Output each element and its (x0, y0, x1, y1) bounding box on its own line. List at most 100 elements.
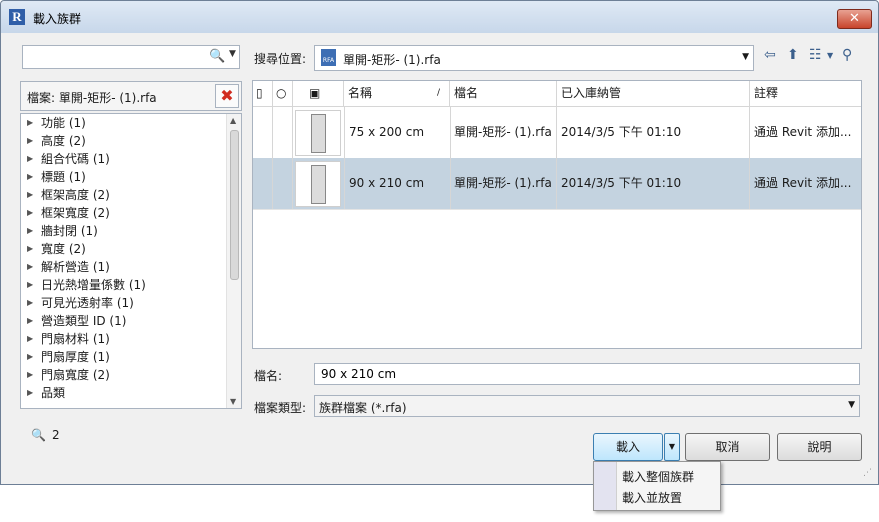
tree-item-label: 牆封閉 (1) (41, 224, 98, 238)
cancel-button[interactable]: 取消 (685, 433, 770, 461)
tree-item[interactable]: ▶ 框架寬度 (2) (21, 204, 241, 222)
expand-arrow-icon[interactable]: ▶ (27, 312, 33, 330)
expand-arrow-icon[interactable]: ▶ (27, 240, 33, 258)
scroll-down-icon[interactable]: ▼ (230, 397, 236, 406)
menu-item-load-and-place[interactable]: 載入並放置 (622, 489, 682, 506)
table-row[interactable]: 90 x 210 cm 單開-矩形- (1).rfa 2014/3/5 下午 01:… (253, 158, 861, 210)
tree-item-label: 日光熱增量係數 (1) (41, 278, 146, 292)
load-button[interactable]: 載入 (593, 433, 663, 461)
tree-item-label: 框架高度 (2) (41, 188, 110, 202)
expand-arrow-icon[interactable]: ▶ (27, 168, 33, 186)
row-checkin: 2014/3/5 下午 01:10 (557, 107, 750, 158)
tree-item[interactable]: ▶ 門扇厚度 (1) (21, 348, 241, 366)
location-combo[interactable]: RFA 單開-矩形- (1).rfa ▼ (314, 45, 754, 71)
row-cell-radio (273, 107, 293, 158)
load-dropdown-button[interactable]: ▼ (664, 433, 680, 461)
clear-filter-button[interactable]: ✖ (215, 84, 239, 108)
tree-item-label: 門扇厚度 (1) (41, 350, 110, 364)
tree-item[interactable]: ▶ 標題 (1) (21, 168, 241, 186)
expand-arrow-icon[interactable]: ▶ (27, 114, 33, 132)
tree-item[interactable]: ▶ 門扇寬度 (2) (21, 366, 241, 384)
filetype-combo[interactable]: 族群檔案 (*.rfa) ▼ (314, 395, 860, 417)
rfa-file-icon: RFA (321, 49, 336, 66)
filetype-label: 檔案類型: (254, 401, 307, 415)
tree-item[interactable]: ▶ 組合代碼 (1) (21, 150, 241, 168)
row-cell-radio (273, 158, 293, 209)
close-button[interactable]: ✕ (837, 9, 872, 29)
tree-item[interactable]: ▶ 框架高度 (2) (21, 186, 241, 204)
header-name[interactable]: 名稱 / (344, 81, 450, 106)
menu-item-load-whole-family[interactable]: 載入整個族群 (622, 468, 694, 485)
row-comment: 通過 Revit 添加... (754, 176, 852, 190)
expand-arrow-icon[interactable]: ▶ (27, 294, 33, 312)
views-icon[interactable]: ☷ (809, 47, 822, 63)
tree-item[interactable]: ▶ 寬度 (2) (21, 240, 241, 258)
expand-arrow-icon[interactable]: ▶ (27, 204, 33, 222)
search-box[interactable]: 🔍 ▼ (22, 45, 240, 69)
help-button[interactable]: 說明 (777, 433, 862, 461)
image-icon: ▣ (293, 81, 344, 106)
file-list[interactable]: ▯ ○ ▣ 名稱 / 檔名 已入庫納管 註釋 75 x 200 cm 單開-矩形-… (252, 80, 862, 349)
filename-field[interactable] (314, 363, 860, 385)
header-comment[interactable]: 註釋 (750, 81, 861, 106)
door-icon (311, 114, 326, 153)
door-icon (311, 165, 326, 204)
expand-arrow-icon[interactable]: ▶ (27, 258, 33, 276)
expand-arrow-icon[interactable]: ▶ (27, 366, 33, 384)
tree-item-label: 營造類型 ID (1) (41, 314, 127, 328)
tree-item[interactable]: ▶ 可見光透射率 (1) (21, 294, 241, 312)
file-filter-bar: 檔案: 單開-矩形- (1).rfa ✖ (20, 81, 242, 111)
tree-item-label: 框架寬度 (2) (41, 206, 110, 220)
tree-item-label: 解析營造 (1) (41, 260, 110, 274)
tree-item[interactable]: ▶ 營造類型 ID (1) (21, 312, 241, 330)
tree-item[interactable]: ▶ 門扇材料 (1) (21, 330, 241, 348)
search-icon[interactable]: 🔍 (209, 49, 225, 64)
row-cell-check (253, 107, 273, 158)
header-comment-label: 註釋 (754, 86, 779, 100)
tree-item[interactable]: ▶ 功能 (1) (21, 114, 241, 132)
tree-scrollbar[interactable]: ▲ ▼ (226, 114, 241, 408)
chevron-down-icon[interactable]: ▼ (229, 49, 236, 59)
tree-item[interactable]: ▶ 品類 (21, 384, 241, 402)
sort-icon: / (437, 88, 441, 98)
tree-item[interactable]: ▶ 日光熱增量係數 (1) (21, 276, 241, 294)
tree-item[interactable]: ▶ 高度 (2) (21, 132, 241, 150)
expand-arrow-icon[interactable]: ▶ (27, 222, 33, 240)
header-file[interactable]: 檔名 (450, 81, 557, 106)
tree-item-label: 寬度 (2) (41, 242, 86, 256)
resize-grip-icon[interactable]: ⋰ (863, 468, 872, 478)
filename-input[interactable] (319, 364, 853, 384)
tree-item-label: 品類 (41, 386, 66, 400)
filter-tree[interactable]: ▶ 功能 (1) ▶ 高度 (2) ▶ 組合代碼 (1) ▶ 標題 (1) ▶ 框架高度 (2) ▶… (20, 113, 242, 409)
row-name: 75 x 200 cm (344, 107, 451, 158)
tree-item[interactable]: ▶ 解析營造 (1) (21, 258, 241, 276)
scroll-up-icon[interactable]: ▲ (230, 116, 236, 125)
filename-label: 檔名: (254, 369, 283, 383)
tree-item-label: 門扇材料 (1) (41, 332, 110, 346)
expand-arrow-icon[interactable]: ▶ (27, 132, 33, 150)
header-checkin[interactable]: 已入庫納管 (557, 81, 750, 106)
back-icon[interactable]: ⇦ (764, 47, 776, 63)
tree-item-label: 門扇寬度 (2) (41, 368, 110, 382)
row-file: 單開-矩形- (1).rfa (450, 107, 557, 158)
result-count: 🔍 2 (31, 428, 60, 442)
door-thumbnail (295, 161, 341, 207)
expand-arrow-icon[interactable]: ▶ (27, 330, 33, 348)
up-folder-icon[interactable]: ⬆ (787, 47, 799, 63)
expand-arrow-icon[interactable]: ▶ (27, 348, 33, 366)
chevron-down-icon[interactable]: ▼ (848, 400, 855, 410)
chevron-down-icon[interactable]: ▼ (742, 52, 749, 62)
search-input[interactable] (25, 48, 209, 66)
tree-item-label: 標題 (1) (41, 170, 86, 184)
expand-arrow-icon[interactable]: ▶ (27, 150, 33, 168)
row-comment: 通過 Revit 添加... (754, 125, 852, 139)
scroll-thumb[interactable] (230, 130, 239, 280)
views-dropdown-icon[interactable]: ▼ (827, 51, 833, 60)
tree-item[interactable]: ▶ 牆封閉 (1) (21, 222, 241, 240)
expand-arrow-icon[interactable]: ▶ (27, 384, 33, 402)
binoculars-icon[interactable]: ⚲ (842, 47, 852, 63)
table-row[interactable]: 75 x 200 cm 單開-矩形- (1).rfa 2014/3/5 下午 01:… (253, 107, 861, 159)
expand-arrow-icon[interactable]: ▶ (27, 186, 33, 204)
magnifier-icon: 🔍 (31, 428, 46, 442)
expand-arrow-icon[interactable]: ▶ (27, 276, 33, 294)
